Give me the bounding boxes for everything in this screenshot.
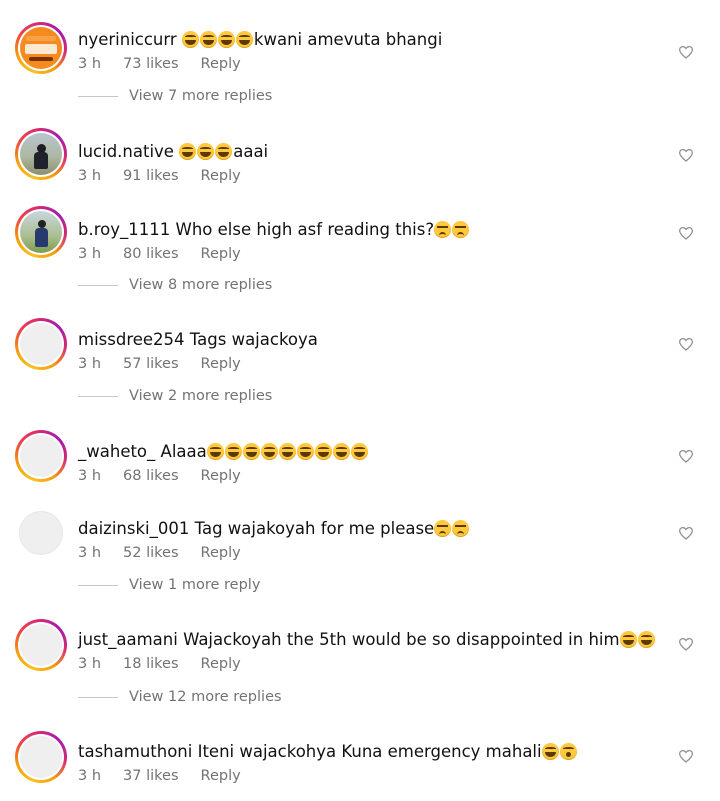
- username[interactable]: missdree254: [78, 330, 185, 349]
- comment-item: b.roy_1111 Who else high asf reading thi…: [0, 198, 720, 278]
- avatar[interactable]: [15, 430, 67, 482]
- like-count[interactable]: 37 likes: [123, 768, 178, 784]
- comment-time: 3 h: [78, 356, 102, 372]
- comment-text: Who else high asf reading this?: [175, 220, 435, 239]
- avatar[interactable]: [15, 318, 67, 370]
- comment-text: aaai: [233, 142, 269, 161]
- heart-outline-icon[interactable]: [678, 637, 694, 651]
- heart-outline-icon[interactable]: [678, 449, 694, 463]
- divider: [78, 95, 118, 97]
- like-count[interactable]: 91 likes: [123, 168, 178, 184]
- username[interactable]: nyeriniccurr: [78, 30, 177, 49]
- reply-button[interactable]: Reply: [201, 356, 241, 372]
- comment-text: Wajackoyah the 5th would be so disappoin…: [183, 630, 620, 649]
- username[interactable]: lucid.native: [78, 142, 174, 161]
- comment-text: Tag wajakoyah for me please: [194, 519, 435, 538]
- like-count[interactable]: 18 likes: [123, 656, 178, 672]
- heart-outline-icon[interactable]: [678, 749, 694, 763]
- reply-button[interactable]: Reply: [201, 768, 241, 784]
- sad-emoji-icon: [434, 221, 470, 245]
- username[interactable]: daizinski_001: [78, 519, 189, 538]
- comment-item: _waheto_ Alaaa 3 h 68 likes Reply: [0, 420, 720, 500]
- comment-time: 3 h: [78, 768, 102, 784]
- comment-time: 3 h: [78, 168, 102, 184]
- divider: [78, 395, 118, 397]
- view-more-replies-button[interactable]: View 2 more replies: [78, 388, 272, 412]
- reply-button[interactable]: Reply: [201, 468, 241, 484]
- like-count[interactable]: 68 likes: [123, 468, 178, 484]
- divider: [78, 696, 118, 698]
- username[interactable]: just_aamani: [78, 630, 178, 649]
- laughing-emoji-icon: [206, 443, 369, 467]
- comment-text: Alaaa: [160, 442, 207, 461]
- like-count[interactable]: 73 likes: [123, 56, 178, 72]
- reply-button[interactable]: Reply: [201, 56, 241, 72]
- comment-item: lucid.native aaai 3 h 91 likes Reply: [0, 120, 720, 200]
- reply-button[interactable]: Reply: [201, 168, 241, 184]
- sad-emoji-icon: [434, 520, 470, 544]
- comment-time: 3 h: [78, 656, 102, 672]
- comment-item: tashamuthoni Iteni wajackohya Kuna emerg…: [0, 720, 720, 800]
- username[interactable]: _waheto_: [78, 442, 155, 461]
- comment-text: Tags wajackoya: [189, 330, 318, 349]
- avatar[interactable]: [15, 206, 67, 258]
- comment-item: nyeriniccurr kwani amevuta bhangi 3 h 73 …: [0, 8, 720, 88]
- reply-button[interactable]: Reply: [201, 545, 241, 561]
- view-more-replies-button[interactable]: View 8 more replies: [78, 277, 272, 301]
- like-count[interactable]: 80 likes: [123, 246, 178, 262]
- heart-outline-icon[interactable]: [678, 526, 694, 540]
- avatar[interactable]: [15, 507, 67, 559]
- like-count[interactable]: 52 likes: [123, 545, 178, 561]
- avatar[interactable]: [15, 22, 67, 74]
- comment-time: 3 h: [78, 246, 102, 262]
- like-count[interactable]: 57 likes: [123, 356, 178, 372]
- comment-text: kwani amevuta bhangi: [253, 30, 443, 49]
- view-more-replies-button[interactable]: View 1 more reply: [78, 577, 260, 601]
- divider: [78, 284, 118, 286]
- avatar[interactable]: [15, 128, 67, 180]
- username[interactable]: b.roy_1111: [78, 220, 170, 239]
- heart-outline-icon[interactable]: [678, 148, 694, 162]
- laughing-emoji-icon: [619, 631, 656, 655]
- divider: [78, 584, 118, 586]
- comment-time: 3 h: [78, 56, 102, 72]
- comment-item: daizinski_001 Tag wajakoyah for me pleas…: [0, 497, 720, 577]
- heart-outline-icon[interactable]: [678, 226, 694, 240]
- heart-outline-icon[interactable]: [678, 337, 694, 351]
- username[interactable]: tashamuthoni: [78, 742, 192, 761]
- avatar[interactable]: [15, 731, 67, 783]
- reply-button[interactable]: Reply: [201, 246, 241, 262]
- comment-item: just_aamani Wajackoyah the 5th would be …: [0, 608, 720, 688]
- comment-time: 3 h: [78, 468, 102, 484]
- comment-text: Iteni wajackohya Kuna emergency mahali: [197, 742, 542, 761]
- reply-button[interactable]: Reply: [201, 656, 241, 672]
- laughing-emoji-icon: [541, 743, 578, 767]
- avatar[interactable]: [15, 619, 67, 671]
- view-more-replies-button[interactable]: View 12 more replies: [78, 689, 282, 713]
- comment-time: 3 h: [78, 545, 102, 561]
- view-more-replies-button[interactable]: View 7 more replies: [78, 88, 272, 112]
- laughing-emoji-icon: [179, 143, 233, 167]
- heart-outline-icon[interactable]: [678, 45, 694, 59]
- surprised-emoji-icon: [559, 743, 577, 760]
- comment-item: missdree254 Tags wajackoya 3 h 57 likes Re…: [0, 308, 720, 388]
- laughing-emoji-icon: [181, 31, 254, 55]
